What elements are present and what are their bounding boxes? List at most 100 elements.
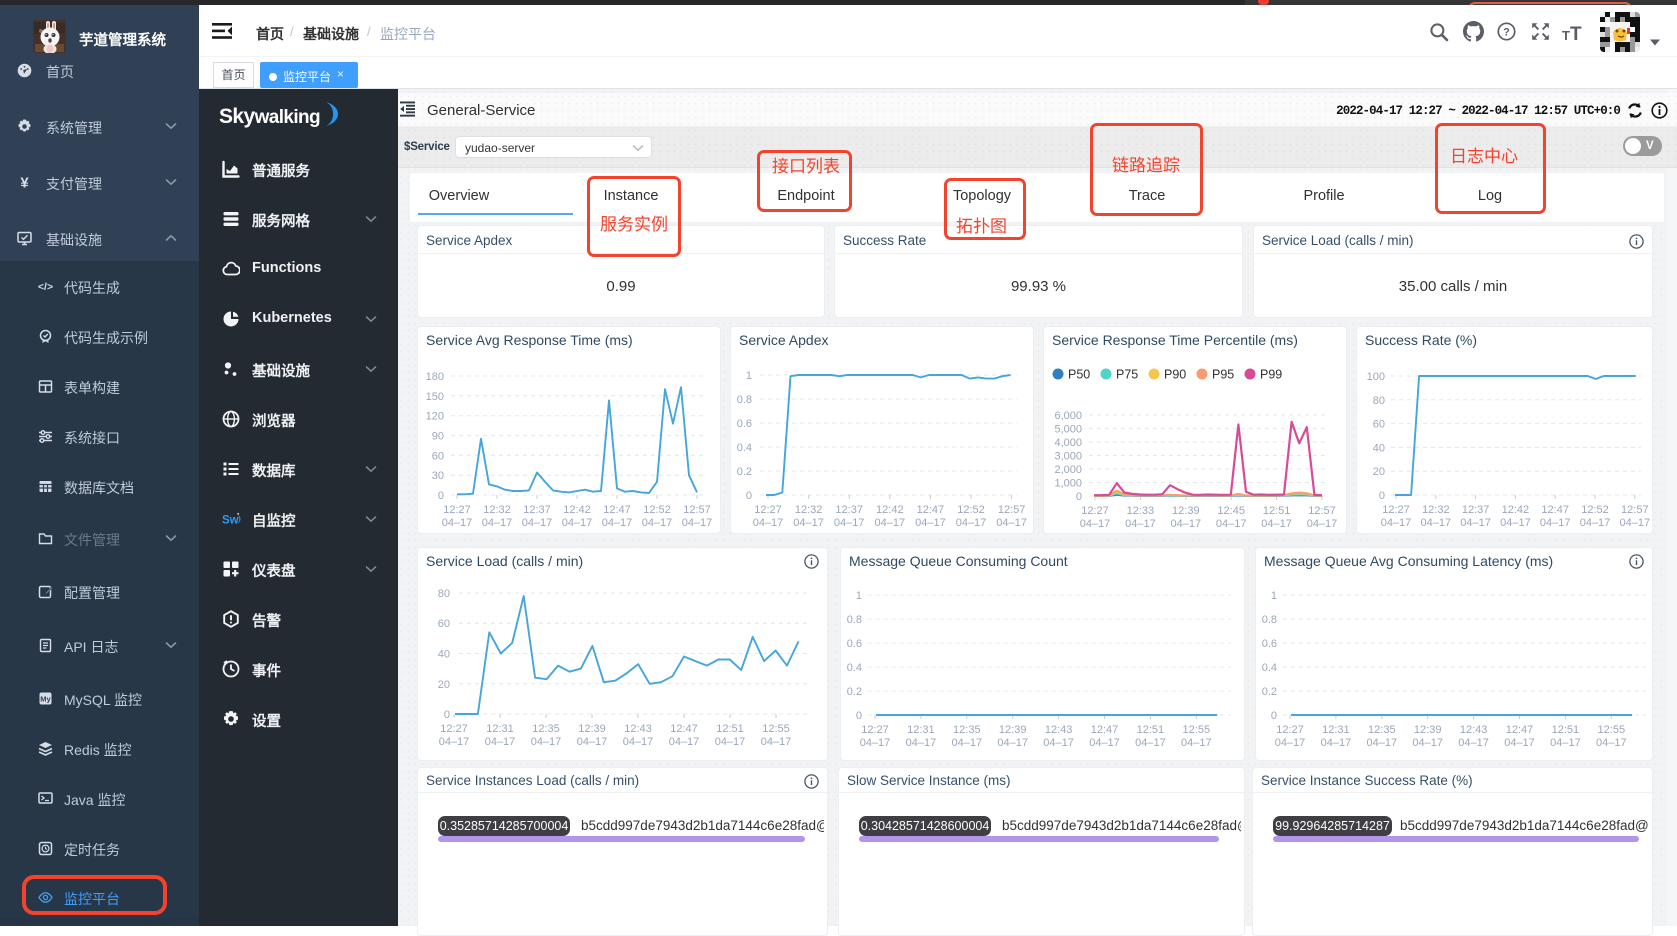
- svg-text:20: 20: [1373, 466, 1385, 478]
- svg-text:04–17: 04–17: [1421, 517, 1452, 529]
- svg-text:12:27: 12:27: [754, 504, 782, 516]
- svg-text:04–17: 04–17: [1125, 518, 1156, 530]
- svg-text:12:57: 12:57: [998, 504, 1026, 516]
- svg-text:P95: P95: [1212, 368, 1234, 382]
- svg-text:?: ?: [1503, 26, 1510, 38]
- svg-text:60: 60: [1373, 419, 1385, 431]
- svg-text:0.6: 0.6: [1262, 638, 1277, 650]
- svg-text:T: T: [1570, 24, 1582, 42]
- svg-text:0.8: 0.8: [847, 614, 862, 626]
- svg-text:12:27: 12:27: [1276, 724, 1304, 736]
- svg-text:12:27: 12:27: [1081, 505, 1109, 517]
- svg-text:04–17: 04–17: [1080, 518, 1111, 530]
- svg-text:120: 120: [426, 411, 444, 423]
- svg-text:12:47: 12:47: [1091, 724, 1119, 736]
- svg-text:04–17: 04–17: [997, 737, 1028, 749]
- svg-text:12:47: 12:47: [1506, 724, 1534, 736]
- svg-text:0.4: 0.4: [1262, 662, 1277, 674]
- svg-text:1: 1: [746, 370, 752, 382]
- svg-text:80: 80: [1373, 395, 1385, 407]
- svg-text:04–17: 04–17: [442, 517, 473, 529]
- svg-text:0.4: 0.4: [737, 442, 752, 454]
- svg-text:12:57: 12:57: [1621, 504, 1649, 516]
- svg-text:12:51: 12:51: [716, 723, 744, 735]
- svg-text:04–17: 04–17: [996, 517, 1027, 529]
- svg-text:0: 0: [1379, 490, 1385, 502]
- svg-text:04–17: 04–17: [1550, 737, 1581, 749]
- svg-text:04–17: 04–17: [642, 517, 673, 529]
- svg-text:12:55: 12:55: [1598, 724, 1626, 736]
- svg-text:04–17: 04–17: [906, 737, 937, 749]
- svg-text:04–17: 04–17: [522, 517, 553, 529]
- svg-text:0: 0: [438, 490, 444, 502]
- svg-text:12:35: 12:35: [532, 723, 560, 735]
- svg-text:04–17: 04–17: [669, 736, 700, 748]
- svg-text:12:39: 12:39: [1172, 505, 1200, 517]
- svg-text:30: 30: [432, 470, 444, 482]
- svg-text:12:52: 12:52: [643, 504, 671, 516]
- svg-text:04–17: 04–17: [761, 736, 792, 748]
- svg-text:80: 80: [438, 588, 450, 600]
- svg-text:12:42: 12:42: [876, 504, 904, 516]
- svg-text:04–17: 04–17: [1580, 517, 1611, 529]
- svg-text:P90: P90: [1164, 368, 1186, 382]
- svg-text:12:32: 12:32: [1422, 504, 1450, 516]
- svg-text:60: 60: [432, 450, 444, 462]
- svg-text:12:52: 12:52: [1581, 504, 1609, 516]
- svg-text:12:27: 12:27: [861, 724, 889, 736]
- svg-text:40: 40: [438, 649, 450, 661]
- svg-text:04–17: 04–17: [1089, 737, 1120, 749]
- svg-text:04–17: 04–17: [562, 517, 593, 529]
- svg-text:12:31: 12:31: [907, 724, 935, 736]
- svg-text:04–17: 04–17: [860, 737, 891, 749]
- svg-text:0.8: 0.8: [1262, 614, 1277, 626]
- svg-text:12:39: 12:39: [999, 724, 1027, 736]
- svg-text:12:35: 12:35: [1368, 724, 1396, 736]
- svg-text:P50: P50: [1068, 368, 1090, 382]
- svg-text:04–17: 04–17: [1171, 518, 1202, 530]
- svg-text:04–17: 04–17: [793, 517, 824, 529]
- svg-text:0.2: 0.2: [1262, 686, 1277, 698]
- svg-text:12:42: 12:42: [563, 504, 591, 516]
- svg-text:0.8: 0.8: [737, 394, 752, 406]
- svg-text:¥: ¥: [20, 175, 29, 190]
- svg-text:0: 0: [1271, 710, 1277, 722]
- svg-text:12:47: 12:47: [670, 723, 698, 735]
- svg-text:04–17: 04–17: [577, 736, 608, 748]
- svg-text:12:47: 12:47: [603, 504, 631, 516]
- svg-text:12:27: 12:27: [443, 504, 471, 516]
- svg-text:04–17: 04–17: [875, 517, 906, 529]
- svg-text:04–17: 04–17: [915, 517, 946, 529]
- svg-text:12:51: 12:51: [1137, 724, 1165, 736]
- svg-text:12:42: 12:42: [1502, 504, 1530, 516]
- svg-text:3,000: 3,000: [1054, 451, 1082, 463]
- svg-text:04–17: 04–17: [834, 517, 865, 529]
- svg-text:0: 0: [1076, 491, 1082, 503]
- svg-text:12:47: 12:47: [1541, 504, 1569, 516]
- svg-text:60: 60: [438, 618, 450, 630]
- svg-text:04–17: 04–17: [1135, 737, 1166, 749]
- svg-text:1,000: 1,000: [1054, 478, 1082, 490]
- svg-text:12:47: 12:47: [917, 504, 945, 516]
- svg-text:04–17: 04–17: [1504, 737, 1535, 749]
- svg-text:12:37: 12:37: [523, 504, 551, 516]
- svg-text:20: 20: [438, 679, 450, 691]
- svg-text:04–17: 04–17: [753, 517, 784, 529]
- svg-text:04–17: 04–17: [1381, 517, 1412, 529]
- svg-text:P99: P99: [1260, 368, 1282, 382]
- svg-text:12:52: 12:52: [957, 504, 985, 516]
- svg-text:12:51: 12:51: [1552, 724, 1580, 736]
- svg-text:90: 90: [432, 431, 444, 443]
- svg-text:0.6: 0.6: [847, 638, 862, 650]
- svg-text:12:43: 12:43: [624, 723, 652, 735]
- svg-text:12:57: 12:57: [1308, 505, 1336, 517]
- svg-text:04–17: 04–17: [1458, 737, 1489, 749]
- svg-text:T: T: [1562, 28, 1570, 42]
- svg-text:2,000: 2,000: [1054, 464, 1082, 476]
- svg-text:04–17: 04–17: [531, 736, 562, 748]
- svg-text:04–17: 04–17: [1500, 517, 1531, 529]
- svg-text:0: 0: [444, 709, 450, 721]
- svg-text:100: 100: [1367, 371, 1385, 383]
- svg-text:12:57: 12:57: [683, 504, 711, 516]
- svg-text:04–17: 04–17: [952, 737, 983, 749]
